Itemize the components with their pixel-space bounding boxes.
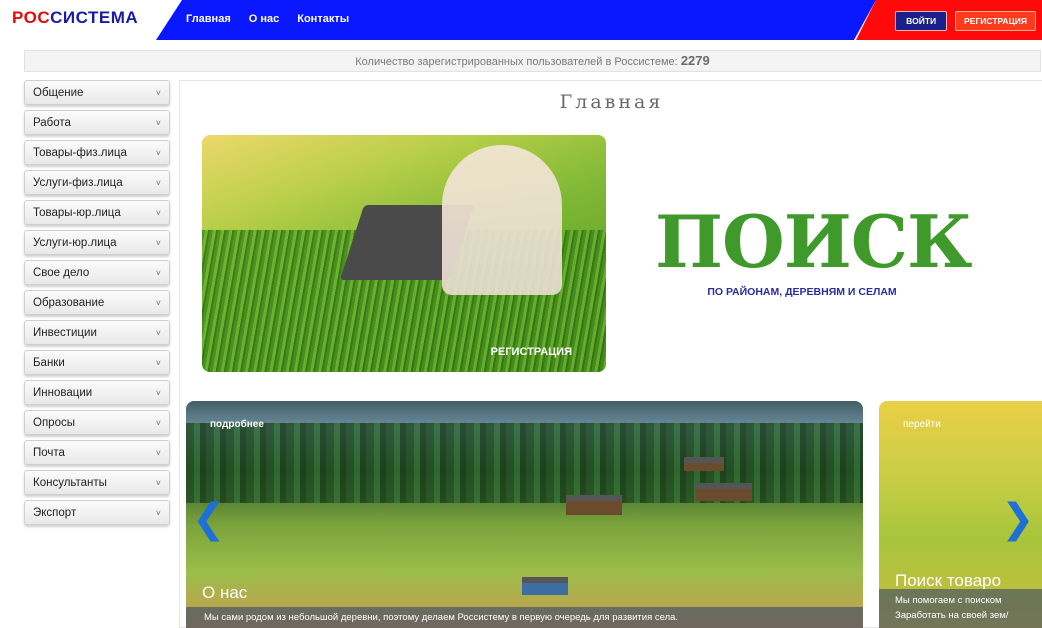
sidebar-item-investments[interactable]: Инвестиции ˅ — [24, 320, 170, 345]
house-image — [566, 495, 622, 515]
person-image — [442, 145, 562, 295]
nav-link-contacts[interactable]: Контакты — [297, 13, 349, 25]
forest-background — [186, 423, 863, 503]
about-slide[interactable]: подробнее ❮ О нас Мы сами родом из небол… — [186, 401, 863, 628]
main-nav: Главная О нас Контакты — [186, 13, 349, 25]
sidebar-item-label: Работа — [33, 116, 71, 129]
chevron-down-icon: ˅ — [155, 357, 161, 368]
slide-caption-line: Заработать на своей зем/ — [895, 610, 1009, 621]
house-image — [522, 577, 568, 595]
sidebar-item-communication[interactable]: Общение ˅ — [24, 80, 170, 105]
chevron-down-icon: ˅ — [155, 477, 161, 488]
sidebar-item-label: Товары-физ.лица — [33, 146, 127, 159]
sidebar-item-polls[interactable]: Опросы ˅ — [24, 410, 170, 435]
nav-link-about[interactable]: О нас — [249, 13, 280, 25]
sidebar-item-label: Почта — [33, 446, 65, 459]
sidebar-item-services-legal[interactable]: Услуги-юр.лица ˅ — [24, 230, 170, 255]
login-button[interactable]: ВОЙТИ — [895, 11, 948, 31]
sidebar-item-label: Образование — [33, 296, 105, 309]
chevron-down-icon: ˅ — [155, 327, 161, 338]
sidebar-item-label: Общение — [33, 86, 84, 99]
page-title: Главная — [559, 91, 664, 113]
sidebar-item-goods-legal[interactable]: Товары-юр.лица ˅ — [24, 200, 170, 225]
chevron-down-icon: ˅ — [155, 147, 161, 158]
chevron-down-icon: ˅ — [155, 507, 161, 518]
go-link[interactable]: перейти — [903, 419, 941, 430]
sidebar-item-education[interactable]: Образование ˅ — [24, 290, 170, 315]
sidebar-item-label: Инновации — [33, 386, 93, 399]
sidebar-item-mail[interactable]: Почта ˅ — [24, 440, 170, 465]
sidebar-item-goods-individuals[interactable]: Товары-физ.лица ˅ — [24, 140, 170, 165]
chevron-down-icon: ˅ — [155, 207, 161, 218]
chevron-down-icon: ˅ — [155, 177, 161, 188]
nav-link-home[interactable]: Главная — [186, 13, 231, 25]
sidebar-item-label: Товары-юр.лица — [33, 206, 121, 219]
sidebar-item-label: Банки — [33, 356, 65, 369]
logo-part-sistema: СИСТЕМА — [50, 8, 139, 27]
house-image — [696, 483, 752, 501]
product-search-slide[interactable]: перейти ❯ Поиск товаро Мы помогаем с пои… — [879, 401, 1042, 628]
sidebar-item-label: Свое дело — [33, 266, 90, 279]
chevron-down-icon: ˅ — [155, 237, 161, 248]
chevron-right-icon[interactable]: ❯ — [1001, 499, 1035, 539]
house-image — [684, 457, 724, 471]
sidebar-item-innovations[interactable]: Инновации ˅ — [24, 380, 170, 405]
sidebar-item-work[interactable]: Работа ˅ — [24, 110, 170, 135]
auth-buttons: ВОЙТИ РЕГИСТРАЦИЯ — [895, 11, 1036, 31]
chevron-down-icon: ˅ — [155, 117, 161, 128]
slide-caption-line: Мы помогаем с поиском — [895, 595, 1002, 606]
banner-registration-link[interactable]: РЕГИСТРАЦИЯ — [491, 346, 572, 358]
search-subtitle: ПО РАЙОНАМ, ДЕРЕВНЯМ И СЕЛАМ — [707, 286, 897, 298]
user-counter-value: 2279 — [680, 53, 710, 68]
registration-banner[interactable]: РЕГИСТРАЦИЯ — [202, 135, 606, 372]
chevron-down-icon: ˅ — [155, 267, 161, 278]
sidebar-item-export[interactable]: Экспорт ˅ — [24, 500, 170, 525]
sidebar-item-label: Экспорт — [33, 506, 77, 519]
sidebar-item-consultants[interactable]: Консультанты ˅ — [24, 470, 170, 495]
sidebar-item-label: Опросы — [33, 416, 75, 429]
user-counter-text: Количество зарегистрированных пользовате… — [355, 56, 678, 68]
user-counter-strip: Количество зарегистрированных пользовате… — [24, 50, 1041, 72]
more-link[interactable]: подробнее — [210, 419, 264, 430]
chevron-down-icon: ˅ — [155, 387, 161, 398]
sidebar-item-label: Консультанты — [33, 476, 107, 489]
logo-part-ross: РОС — [12, 8, 51, 27]
register-button[interactable]: РЕГИСТРАЦИЯ — [955, 11, 1036, 31]
sidebar-item-label: Услуги-физ.лица — [33, 176, 123, 189]
chevron-down-icon: ˅ — [155, 297, 161, 308]
slide-caption: Мы сами родом из небольшой деревни, поэт… — [186, 607, 863, 628]
slide-title: О нас — [202, 583, 248, 602]
slide-title: Поиск товаро — [895, 571, 1002, 590]
site-logo[interactable]: РОССИСТЕМА — [12, 8, 138, 28]
slide-caption: Мы помогаем с поиском Заработать на свое… — [879, 589, 1042, 628]
sidebar-item-label: Инвестиции — [33, 326, 97, 339]
top-bar: РОССИСТЕМА Главная О нас Контакты ВОЙТИ … — [0, 0, 1042, 40]
search-logo[interactable]: ПОИСК — [655, 206, 973, 278]
sidebar-item-banks[interactable]: Банки ˅ — [24, 350, 170, 375]
sidebar-item-services-individuals[interactable]: Услуги-физ.лица ˅ — [24, 170, 170, 195]
chevron-down-icon: ˅ — [155, 87, 161, 98]
chevron-down-icon: ˅ — [155, 417, 161, 428]
sidebar: Общение ˅ Работа ˅ Товары-физ.лица ˅ Услуги… — [24, 80, 170, 530]
chevron-left-icon[interactable]: ❮ — [192, 499, 226, 539]
chevron-down-icon: ˅ — [155, 447, 161, 458]
sidebar-item-own-business[interactable]: Свое дело ˅ — [24, 260, 170, 285]
main-content: Главная РЕГИСТРАЦИЯ ПОИСК ПО РАЙОНАМ, ДЕ… — [179, 80, 1042, 628]
sidebar-item-label: Услуги-юр.лица — [33, 236, 117, 249]
